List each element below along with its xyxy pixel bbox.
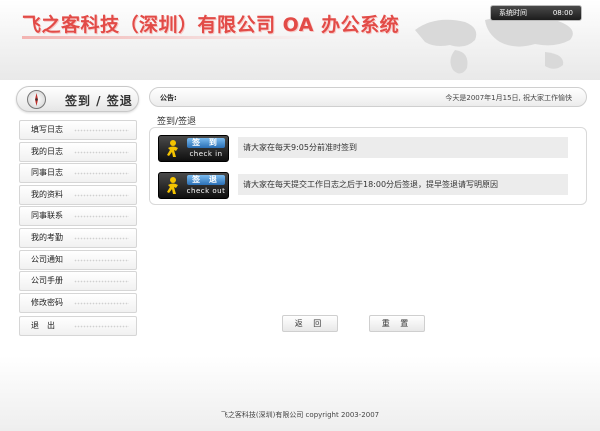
checkout-button[interactable]: 签 退 check out (158, 172, 229, 199)
sidebar-item-colleague-contacts[interactable]: 同事联系 (19, 206, 137, 226)
checkin-cn-label: 签 到 (187, 138, 225, 148)
title-underline (22, 36, 322, 39)
dotted-decoration (74, 151, 129, 154)
sidebar-item-company-handbook[interactable]: 公司手册 (19, 271, 137, 291)
sidebar-item-my-profile[interactable]: 我的资料 (19, 185, 137, 205)
notice-label: 公告: (160, 94, 177, 102)
sidebar-header: 签到 / 签退 (16, 86, 139, 112)
sidebar-item-label: 我的资料 (31, 190, 63, 199)
sidebar-item-label: 修改密码 (31, 298, 63, 307)
clock-time: 08:00 (552, 9, 573, 17)
dotted-decoration (74, 129, 129, 132)
sidebar-item-label: 同事日志 (31, 168, 63, 177)
person-icon (167, 140, 178, 157)
checkout-description: 请大家在每天提交工作日志之后于18:00分后签退，提早签退请写明原因 (238, 174, 568, 195)
checkin-description: 请大家在每天9:05分前准时签到 (238, 137, 568, 158)
sidebar-item-change-password[interactable]: 修改密码 (19, 293, 137, 313)
reset-button[interactable]: 重 置 (369, 315, 425, 332)
sidebar-item-write-log[interactable]: 填写日志 (19, 120, 137, 140)
dotted-decoration (74, 172, 129, 175)
checkout-en-label: check out (186, 187, 226, 195)
sidebar-item-logout[interactable]: 退 出 (19, 316, 137, 336)
sidebar-item-my-attendance[interactable]: 我的考勤 (19, 228, 137, 248)
sidebar-item-label: 我的日志 (31, 147, 63, 156)
person-icon (167, 177, 178, 194)
notice-message: 今天是2007年1月15日, 祝大家工作愉快 (445, 94, 572, 102)
back-button[interactable]: 返 回 (282, 315, 338, 332)
sidebar-item-label: 退 出 (31, 321, 55, 330)
sidebar-item-label: 我的考勤 (31, 233, 63, 242)
sidebar-item-my-logs[interactable]: 我的日志 (19, 142, 137, 162)
page-title: 签到/签退 (157, 117, 197, 127)
dotted-decoration (74, 215, 129, 218)
system-clock: 系统时间 08:00 (490, 5, 582, 21)
footer-copyright: 飞之客科技(深圳)有限公司 copyright 2003-2007 (220, 411, 380, 419)
dotted-decoration (74, 325, 129, 328)
compass-icon (27, 90, 46, 109)
dotted-decoration (74, 194, 129, 197)
header-banner: 飞之客科技（深圳）有限公司 OA 办公系统 系统时间 08:00 (0, 0, 600, 80)
sidebar-title: 签到 / 签退 (65, 94, 133, 108)
checkin-en-label: check in (189, 150, 223, 158)
notice-bar: 公告: 今天是2007年1月15日, 祝大家工作愉快 (149, 87, 587, 107)
sidebar-item-colleague-logs[interactable]: 同事日志 (19, 163, 137, 183)
sidebar-item-label: 填写日志 (31, 125, 63, 134)
dotted-decoration (74, 237, 129, 240)
dotted-decoration (74, 280, 129, 283)
dotted-decoration (74, 259, 129, 262)
sidebar-item-company-notices[interactable]: 公司通知 (19, 250, 137, 270)
app-title: 飞之客科技（深圳）有限公司 OA 办公系统 (22, 14, 400, 36)
clock-label: 系统时间 (499, 9, 527, 17)
checkout-cn-label: 签 退 (187, 175, 225, 185)
dotted-decoration (74, 302, 129, 305)
sidebar-item-label: 同事联系 (31, 211, 63, 220)
sidebar-item-label: 公司手册 (31, 276, 63, 285)
checkin-button[interactable]: 签 到 check in (158, 135, 229, 162)
sidebar-item-label: 公司通知 (31, 255, 63, 264)
